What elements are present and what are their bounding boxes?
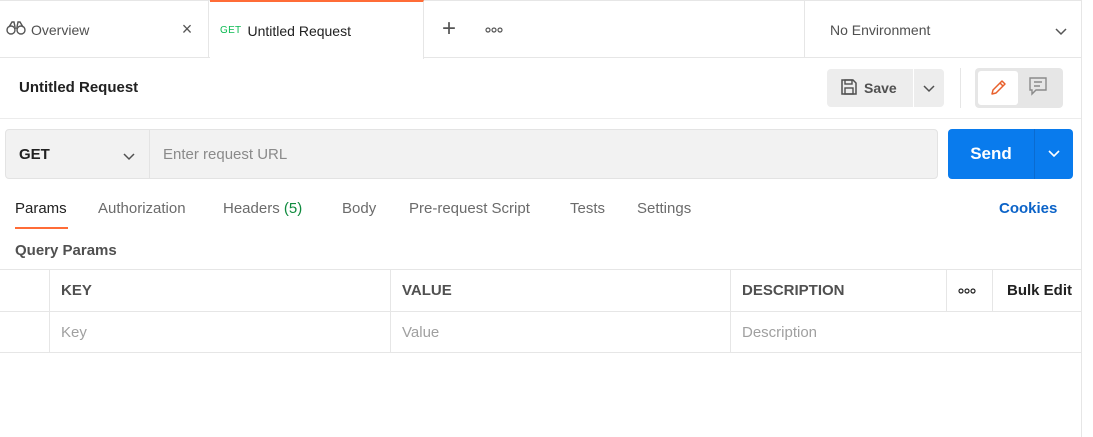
save-label: Save: [864, 80, 897, 96]
edit-toggle-button[interactable]: [978, 71, 1018, 105]
save-options-button[interactable]: [914, 69, 944, 107]
more-horizontal-icon[interactable]: [485, 23, 505, 37]
send-button[interactable]: Send: [948, 129, 1034, 179]
url-input[interactable]: [151, 130, 931, 178]
pencil-icon: [991, 80, 1006, 95]
cookies-link[interactable]: Cookies: [999, 200, 1057, 217]
tab-bar: Overview × GET Untitled Request + No Env…: [0, 0, 1082, 59]
view-toggle: [975, 68, 1063, 108]
query-params-title: Query Params: [15, 242, 117, 259]
tab-pre-request-script[interactable]: Pre-request Script: [409, 200, 530, 217]
key-input[interactable]: Key: [50, 312, 391, 353]
page-title: Untitled Request: [19, 79, 139, 96]
active-tab-indicator: [15, 227, 68, 229]
tab-untitled-request[interactable]: GET Untitled Request: [210, 0, 424, 59]
tab-body[interactable]: Body: [342, 200, 376, 217]
row-handle-header: [0, 270, 50, 311]
table-row: Key Value Description: [0, 311, 1082, 353]
value-input[interactable]: Value: [391, 312, 731, 353]
tab-params[interactable]: Params: [15, 200, 67, 217]
close-icon[interactable]: ×: [180, 19, 194, 39]
tab-request-method: GET: [220, 25, 242, 36]
tab-settings[interactable]: Settings: [637, 200, 691, 217]
request-subtabs: Params Authorization Headers (5) Body Pr…: [0, 190, 1082, 230]
save-button[interactable]: Save: [827, 69, 913, 107]
tab-headers[interactable]: Headers (5): [223, 200, 302, 217]
binoculars-icon: [6, 20, 26, 39]
headers-count-badge: (5): [283, 200, 303, 217]
plus-icon[interactable]: +: [439, 17, 459, 41]
tab-request-label: Untitled Request: [247, 22, 351, 39]
environment-select[interactable]: No Environment: [804, 1, 1082, 58]
chevron-down-icon: [923, 85, 935, 93]
method-select[interactable]: GET: [6, 130, 150, 178]
environment-label: No Environment: [830, 21, 931, 38]
tab-headers-label: Headers: [223, 200, 280, 217]
tab-tests[interactable]: Tests: [570, 200, 605, 217]
tab-overview[interactable]: Overview ×: [0, 1, 209, 58]
divider: [960, 68, 961, 108]
send-options-button[interactable]: [1034, 129, 1073, 179]
chevron-down-icon: [122, 148, 136, 165]
column-options-button[interactable]: [947, 270, 993, 311]
bulk-edit-button[interactable]: Bulk Edit: [993, 270, 1082, 311]
table-header-row: KEY VALUE DESCRIPTION Bulk Edit: [0, 269, 1082, 311]
more-horizontal-icon: [958, 287, 976, 294]
column-header-description: DESCRIPTION: [731, 270, 947, 311]
row-handle: [0, 312, 50, 353]
comment-icon[interactable]: [1027, 76, 1049, 101]
url-bar: GET: [5, 129, 938, 179]
description-input[interactable]: Description: [731, 312, 1082, 353]
method-label: GET: [19, 145, 50, 163]
column-header-value: VALUE: [391, 270, 731, 311]
column-header-key: KEY: [50, 270, 391, 311]
tab-overview-label: Overview: [31, 21, 90, 38]
save-icon: [840, 78, 858, 99]
chevron-down-icon: [1054, 23, 1068, 39]
query-params-table: KEY VALUE DESCRIPTION Bulk Edit Key Valu…: [0, 269, 1082, 353]
request-header: Untitled Request Save: [0, 58, 1082, 119]
tab-authorization[interactable]: Authorization: [98, 200, 186, 217]
panel-border: [1081, 0, 1082, 437]
chevron-down-icon: [1048, 150, 1060, 158]
